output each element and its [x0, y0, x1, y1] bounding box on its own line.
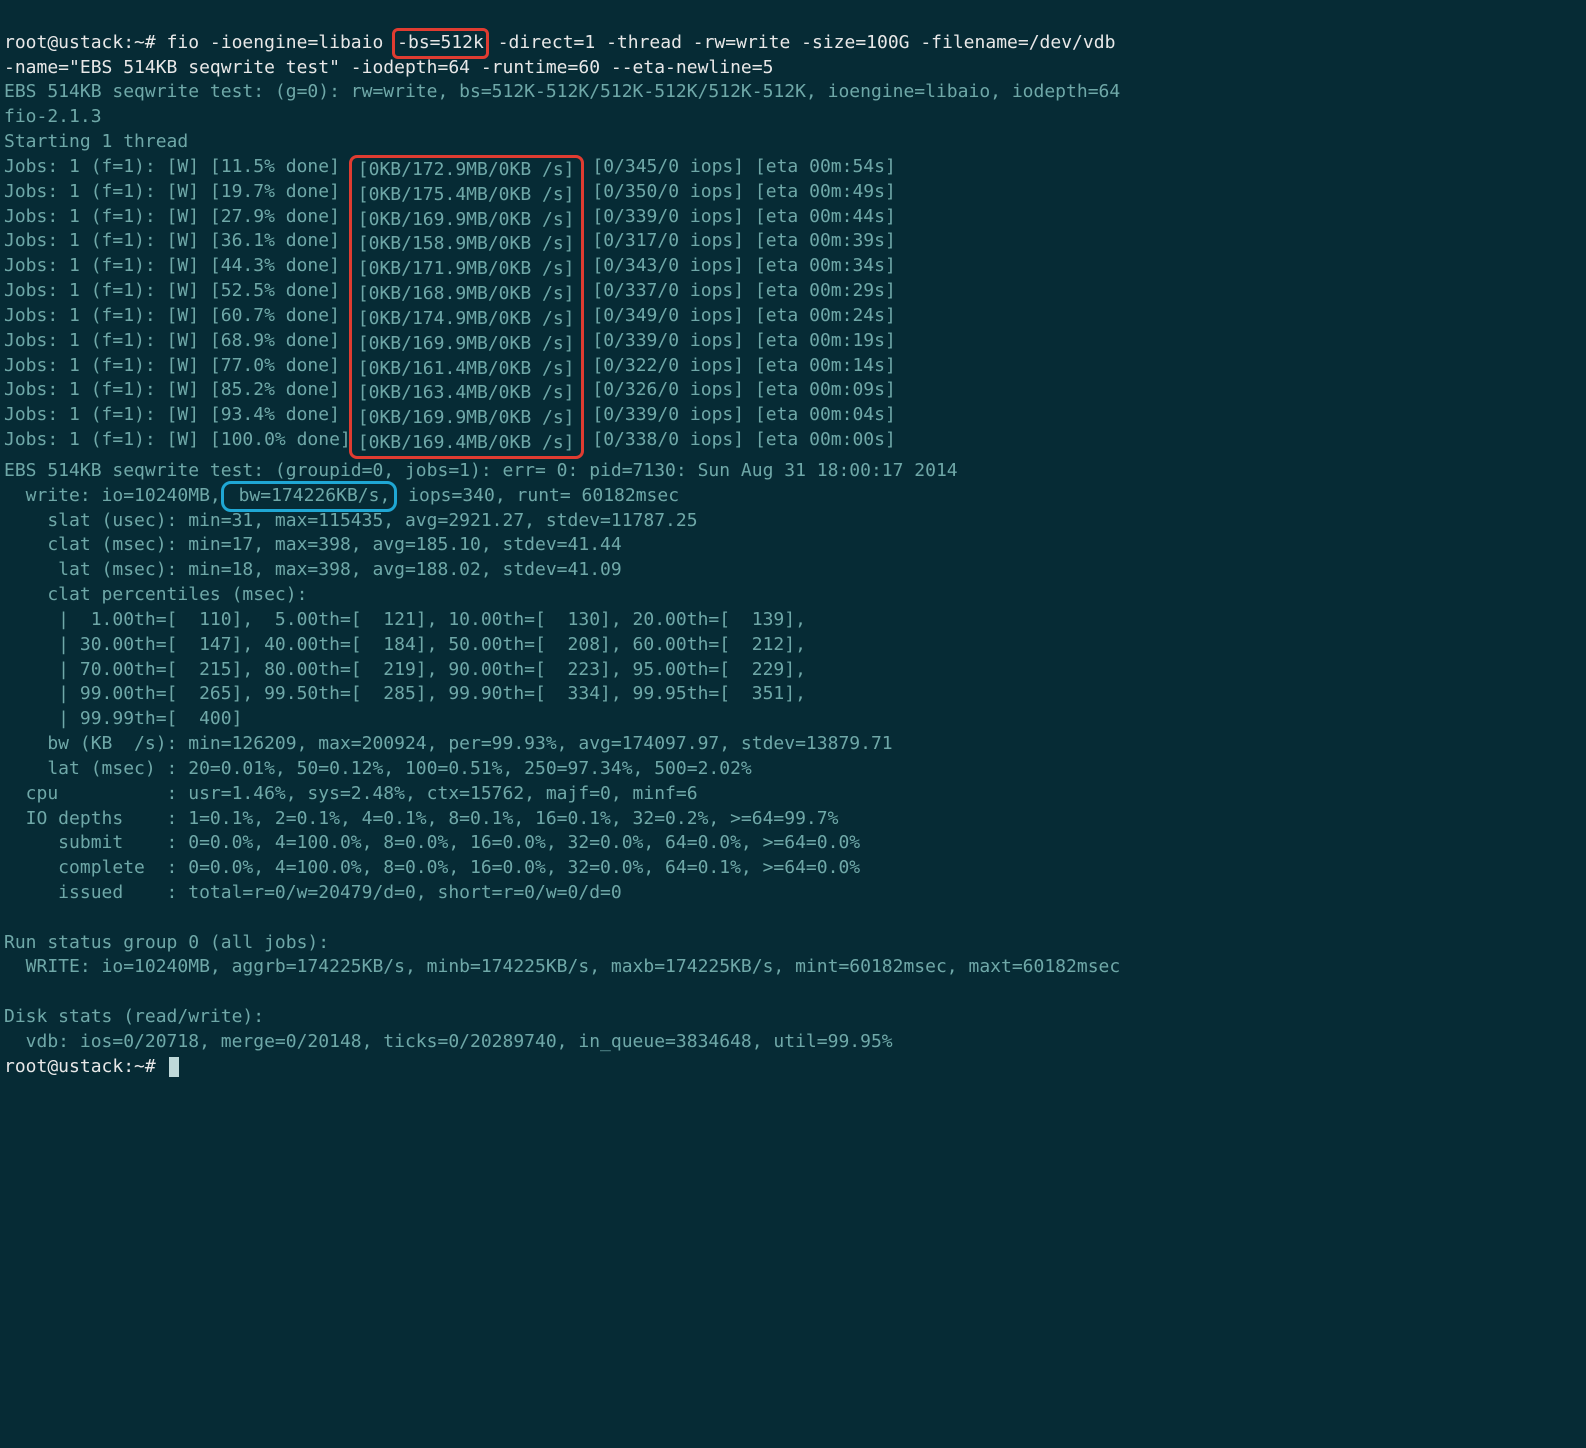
jobs-right-col: [0/345/0 iops] [eta 00m:54s] [0/350/0 io…: [582, 155, 896, 453]
jobs-left-col: Jobs: 1 (f=1): [W] [11.5% done] Jobs: 1 …: [4, 155, 351, 453]
highlight-bs-arg: -bs=512k: [392, 28, 489, 59]
lat-line: lat (msec): min=18, max=398, avg=188.02,…: [4, 559, 622, 580]
output-header-2: fio-2.1.3: [4, 106, 102, 127]
lat-dist-line: lat (msec) : 20=0.01%, 50=0.12%, 100=0.5…: [4, 758, 752, 779]
cpu-line: cpu : usr=1.46%, sys=2.48%, ctx=15762, m…: [4, 783, 698, 804]
percentile-row: | 30.00th=[ 147], 40.00th=[ 184], 50.00t…: [4, 634, 806, 655]
prompt-user: root@ustack: [4, 1056, 123, 1077]
output-header-3: Starting 1 thread: [4, 131, 188, 152]
result-header: EBS 514KB seqwrite test: (groupid=0, job…: [4, 460, 958, 481]
fio-command-line2: -name="EBS 514KB seqwrite test" -iodepth…: [4, 57, 773, 78]
percentile-row: | 1.00th=[ 110], 5.00th=[ 121], 10.00th=…: [4, 609, 806, 630]
prompt-user: root@ustack: [4, 32, 123, 53]
io-depths-line: IO depths : 1=0.1%, 2=0.1%, 4=0.1%, 8=0.…: [4, 808, 838, 829]
clat-line: clat (msec): min=17, max=398, avg=185.10…: [4, 534, 622, 555]
prompt-sep: :~#: [123, 1056, 166, 1077]
percentile-row: | 99.00th=[ 265], 99.50th=[ 285], 99.90t…: [4, 683, 806, 704]
disk-stats-header: Disk stats (read/write):: [4, 1006, 264, 1027]
fio-command-part-b: -direct=1 -thread -rw=write -size=100G -…: [487, 32, 1116, 53]
terminal-output[interactable]: root@ustack:~# fio -ioengine=libaio -bs=…: [0, 0, 1586, 1084]
jobs-progress-block: Jobs: 1 (f=1): [W] [11.5% done] Jobs: 1 …: [4, 155, 1582, 459]
write-line-a: write: io=10240MB,: [4, 485, 221, 506]
highlight-bandwidth: bw=174226KB/s,: [221, 481, 398, 512]
complete-line: complete : 0=0.0%, 4=100.0%, 8=0.0%, 16=…: [4, 857, 860, 878]
write-summary-line: WRITE: io=10240MB, aggrb=174225KB/s, min…: [4, 956, 1120, 977]
write-line-b: iops=340, runt= 60182msec: [397, 485, 679, 506]
vdb-line: vdb: ios=0/20718, merge=0/20148, ticks=0…: [4, 1031, 893, 1052]
percentiles-header: clat percentiles (msec):: [4, 584, 307, 605]
percentile-row: | 99.99th=[ 400]: [4, 708, 242, 729]
bw-line: bw (KB /s): min=126209, max=200924, per=…: [4, 733, 893, 754]
issued-line: issued : total=r=0/w=20479/d=0, short=r=…: [4, 882, 622, 903]
highlight-throughput-column: [0KB/172.9MB/0KB /s] [0KB/175.4MB/0KB /s…: [349, 155, 584, 459]
fio-command-part-a: fio -ioengine=libaio: [167, 32, 395, 53]
cursor-icon: [169, 1057, 179, 1077]
run-status-header: Run status group 0 (all jobs):: [4, 932, 329, 953]
slat-line: slat (usec): min=31, max=115435, avg=292…: [4, 510, 698, 531]
output-header-1: EBS 514KB seqwrite test: (g=0): rw=write…: [4, 81, 1120, 102]
percentile-row: | 70.00th=[ 215], 80.00th=[ 219], 90.00t…: [4, 659, 806, 680]
submit-line: submit : 0=0.0%, 4=100.0%, 8=0.0%, 16=0.…: [4, 832, 860, 853]
prompt-sep: :~#: [123, 32, 166, 53]
